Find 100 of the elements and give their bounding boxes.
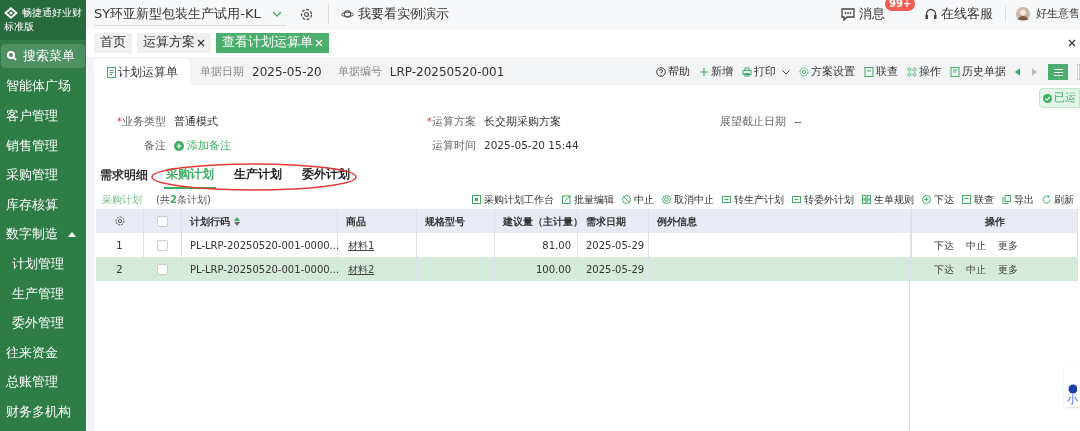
toolbar-button[interactable]: 操作 (907, 64, 941, 80)
table-toolbar-button[interactable]: 取消中止 (662, 191, 714, 207)
toolbar-button[interactable]: 联查 (864, 64, 898, 80)
transfer-icon (792, 194, 801, 204)
toolbar-button[interactable]: 帮助 (656, 64, 690, 80)
row-action-link[interactable]: 更多 (998, 261, 1018, 277)
plan-count: (共2条计划) (156, 192, 211, 207)
toolbar-button[interactable]: 方案设置 (799, 64, 855, 80)
menu-item[interactable]: 采购管理 (0, 160, 86, 191)
caret-up-icon (68, 232, 76, 238)
table-cell-text: 100.00 (536, 262, 571, 277)
row-number: 2 (116, 262, 123, 277)
messages-button[interactable]: 消息 (841, 4, 885, 24)
menu-item[interactable]: 往来资金 (0, 338, 86, 368)
table-toolbar-button[interactable]: 采购计划工作台 (472, 191, 554, 207)
check-circle-icon (1043, 93, 1052, 103)
column-settings-button[interactable] (114, 216, 125, 226)
number-value: LRP-20250520-001 (389, 64, 505, 81)
toolbar-button[interactable]: 历史单据 (950, 64, 1006, 80)
grid-icon (862, 194, 871, 204)
page-tab[interactable]: 运算方案 (137, 32, 211, 53)
next-button[interactable] (1032, 68, 1037, 76)
triangle-right-icon (1032, 68, 1037, 76)
row-action-link[interactable]: 下达 (934, 237, 954, 253)
avatar-icon (1016, 7, 1030, 22)
table-toolbar-button[interactable]: 导出 (1002, 191, 1034, 207)
transfer-icon (722, 194, 731, 204)
table-toolbar-button[interactable]: 批量编辑 (562, 191, 614, 207)
submenu-item[interactable]: 生产管理 (0, 279, 86, 309)
row-action-link[interactable]: 中止 (966, 237, 986, 253)
product-link[interactable]: 材料1 (348, 237, 375, 253)
table-cell-text: PL-LRP-20250520-001-0000... (190, 238, 340, 253)
row-action-link[interactable]: 下达 (934, 261, 954, 277)
close-icon (1068, 38, 1076, 47)
menu-item[interactable]: 总账管理 (0, 367, 86, 398)
message-count-badge: 99+ (885, 0, 916, 11)
row-checkbox[interactable] (157, 263, 168, 275)
assistant-widget[interactable]: 小 (1064, 367, 1080, 407)
required-mark: * (426, 114, 432, 130)
headset-icon (925, 7, 937, 21)
planet-icon (341, 9, 354, 20)
stop-icon (622, 194, 631, 204)
row-checkbox[interactable] (157, 239, 168, 251)
company-select[interactable]: SY环亚新型包装生产试用-KL (94, 2, 286, 27)
close-icon (315, 38, 323, 47)
lines-icon (1053, 68, 1063, 76)
table-toolbar-button[interactable]: 转委外计划 (792, 191, 854, 207)
status-badge: 已运 (1039, 88, 1080, 108)
field-label: 运算时间 (432, 138, 476, 154)
menu-item[interactable]: 销售管理 (0, 131, 86, 161)
online-service-button[interactable]: 在线客服 (925, 4, 993, 24)
table-cell-text: 81.00 (542, 238, 571, 253)
settings-icon (300, 7, 313, 21)
search-icon (7, 51, 17, 61)
chat-icon (841, 7, 855, 21)
logo-icon (4, 6, 18, 20)
menu-item[interactable]: 客户管理 (0, 101, 86, 132)
export-icon (1002, 194, 1011, 204)
submenu-item[interactable]: 委外管理 (0, 308, 86, 339)
submenu-item[interactable]: 计划管理 (0, 249, 86, 280)
document-icon (106, 66, 116, 78)
menu-item[interactable]: 智能体广场 (0, 72, 86, 102)
table-toolbar-button[interactable]: 中止 (622, 191, 654, 207)
menu-item[interactable]: 财务多机构 (0, 397, 86, 428)
page-tab[interactable]: 首页 (94, 32, 132, 53)
printer-icon (742, 67, 752, 77)
section-tab[interactable]: 生产计划 (232, 165, 284, 189)
edition-label: 标准版 (4, 22, 34, 32)
document-tab[interactable]: 计划运算单 (94, 59, 190, 85)
date-value: 2025-05-20 (252, 64, 322, 81)
table-toolbar-button[interactable]: 转生产计划 (722, 191, 784, 207)
table-toolbar-button[interactable]: 刷新 (1042, 191, 1074, 207)
menu-item[interactable]: 库存核算 (0, 190, 86, 220)
assistant-icon (1067, 384, 1077, 394)
history-document-icon (950, 67, 960, 77)
document-icon (864, 67, 874, 77)
menu-search[interactable]: 搜索菜单 (1, 44, 85, 68)
row-number: 1 (116, 238, 123, 253)
menu-item[interactable]: 数字制造 (0, 219, 86, 250)
table-toolbar-button[interactable]: 生单规则 (862, 191, 914, 207)
toolbar-button[interactable]: 新增 (699, 64, 733, 80)
table-row[interactable]: 2 PL-LRP-20250520-001-0000... 材料2 100.00 2025-05-29 下达 中止 更多 (96, 257, 1078, 281)
workbench-icon (472, 194, 481, 204)
section-tab[interactable]: 委外计划 (300, 165, 352, 189)
field-value: -- (794, 114, 802, 130)
list-view-button[interactable] (1048, 64, 1068, 80)
table-toolbar-button[interactable]: 下达 (922, 191, 954, 207)
product-link[interactable]: 材料2 (348, 261, 375, 277)
user-name[interactable]: 好生意售 (1036, 6, 1080, 23)
triangle-left-icon (1015, 68, 1020, 76)
chevron-down-icon (782, 69, 790, 75)
table-toolbar-button[interactable]: 联查 (962, 191, 994, 207)
toolbar-button[interactable]: 打印 (742, 64, 790, 80)
settings-icon (114, 216, 125, 226)
select-all-checkbox[interactable] (157, 215, 168, 227)
previous-button[interactable] (1015, 68, 1020, 76)
row-action-link[interactable]: 更多 (998, 237, 1018, 253)
table-cell-text: PL-LRP-20250520-001-0000... (190, 262, 340, 277)
demo-link[interactable]: 我要看实例演示 (341, 4, 449, 24)
row-action-link[interactable]: 中止 (966, 261, 986, 277)
